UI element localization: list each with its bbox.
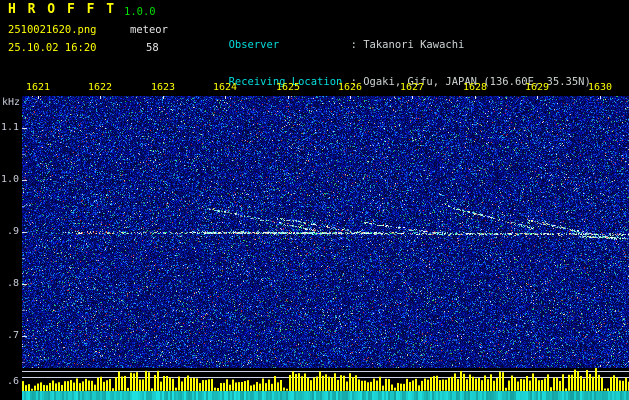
time-tick-label: 1629: [524, 82, 550, 94]
time-tick-label: 1626: [337, 82, 363, 94]
info-row-location: Receiving Location: Ogaki, Gifu, JAPAN (…: [178, 64, 591, 77]
frequency-unit-label: kHz: [2, 97, 20, 109]
echo-count: 58: [146, 42, 159, 54]
app-title: H R O F F T: [8, 4, 116, 16]
time-tick-label: 1624: [212, 82, 238, 94]
app-version: 1.0.0: [124, 6, 156, 18]
time-tick-label: 1630: [587, 82, 613, 94]
freq-tick-label: 1.1: [0, 122, 19, 134]
time-tick-label: 1623: [150, 82, 176, 94]
freq-tick-label: .6: [0, 376, 19, 388]
time-tick-label: 1622: [87, 82, 113, 94]
freq-tick-label: 1.0: [0, 174, 19, 186]
spectrogram-canvas: [22, 96, 629, 400]
time-tick-label: 1627: [399, 82, 425, 94]
mode-label: meteor: [130, 24, 168, 36]
freq-tick-label: .8: [0, 278, 19, 290]
datetime-label: 25.10.02 16:20: [8, 42, 97, 54]
freq-tick-label: .9: [0, 226, 19, 238]
time-tick-label: 1628: [462, 82, 488, 94]
hrofft-window: H R O F F T 1.0.0 2510021620.png meteor …: [0, 0, 629, 400]
time-tick-label: 1621: [25, 82, 51, 94]
info-value: : Takanori Kawachi: [351, 39, 465, 51]
time-tick-label: 1625: [275, 82, 301, 94]
info-row-observer: Observer: Takanori Kawachi: [178, 27, 591, 40]
info-label: Observer: [229, 39, 351, 51]
output-filename: 2510021620.png: [8, 24, 97, 36]
freq-tick-label: .7: [0, 330, 19, 342]
